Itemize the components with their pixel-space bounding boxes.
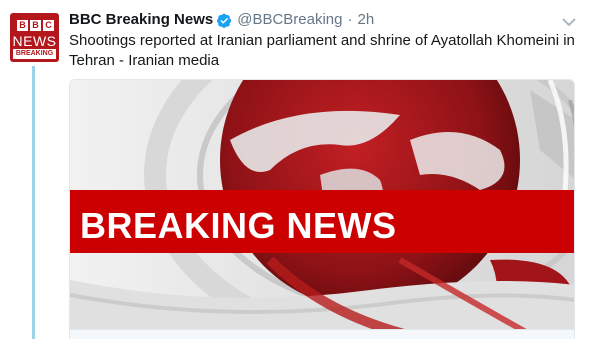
avatar-breaking-label: BREAKING xyxy=(13,49,56,59)
card-footer xyxy=(70,329,574,339)
thread-line xyxy=(32,66,35,339)
media-card[interactable]: BREAKING NEWS xyxy=(69,79,575,339)
tweet-text: Shootings reported at Iranian parliament… xyxy=(69,32,575,69)
tweet-header: BBC Breaking News @BBCBreaking · 2h xyxy=(69,11,374,29)
display-name[interactable]: BBC Breaking News xyxy=(69,11,213,29)
breaking-news-banner-text: BREAKING NEWS xyxy=(80,205,397,246)
avatar-news-label: NEWS xyxy=(12,33,57,49)
chevron-down-icon[interactable] xyxy=(562,14,576,27)
timestamp-link[interactable]: 2h xyxy=(358,11,375,29)
bbc-logo-letter: B xyxy=(17,20,28,31)
separator-dot: · xyxy=(347,11,353,28)
bbc-logo-letter: B xyxy=(30,20,41,31)
bbc-logo-letter: C xyxy=(43,20,54,31)
tweet[interactable]: B B C NEWS BREAKING BBC Breaking News @B… xyxy=(0,0,589,339)
bbc-logo-blocks: B B C xyxy=(17,20,54,31)
username-handle[interactable]: @BBCBreaking xyxy=(237,11,342,29)
avatar[interactable]: B B C NEWS BREAKING xyxy=(10,13,59,62)
verified-badge-icon xyxy=(217,13,232,28)
